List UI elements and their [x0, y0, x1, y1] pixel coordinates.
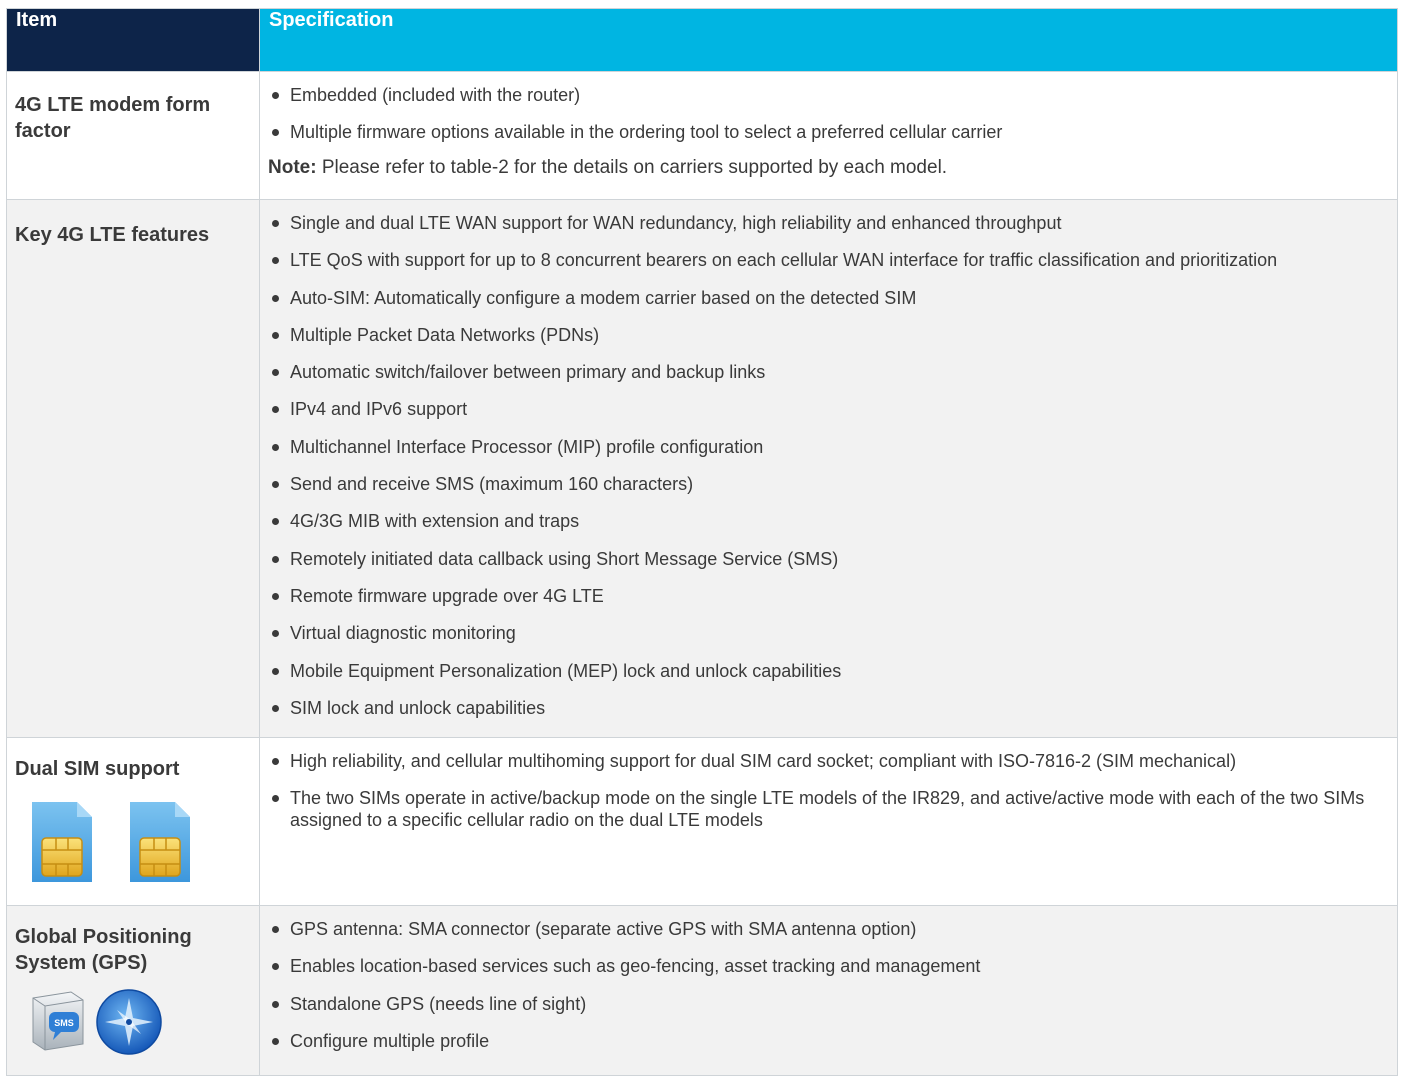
bullet-item: Configure multiple profile — [268, 1030, 1389, 1052]
note: Note: Please refer to table-2 for the de… — [268, 157, 1389, 189]
bullet-item: Standalone GPS (needs line of sight) — [268, 993, 1389, 1015]
bullet-item: Multiple Packet Data Networks (PDNs) — [268, 324, 1389, 346]
header-specification: Specification — [259, 8, 1398, 72]
bullet-dot-icon — [272, 294, 279, 302]
bullet-dot-icon — [272, 704, 279, 712]
bullet-item: Virtual diagnostic monitoring — [268, 622, 1389, 644]
compass-icon — [96, 989, 162, 1055]
bullet-dot-icon — [272, 369, 279, 377]
bullet-dot-icon — [272, 1000, 279, 1008]
bullet-item: IPv4 and IPv6 support — [268, 398, 1389, 420]
bullet-item: 4G/3G MIB with extension and traps — [268, 510, 1389, 532]
bullet-dot-icon — [272, 129, 279, 137]
table-row: Dual SIM support High reliability, and c… — [6, 737, 1398, 906]
bullet-item: Remotely initiated data callback using S… — [268, 548, 1389, 570]
bullet-list: Embedded (included with the router) Mult… — [268, 84, 1389, 143]
bullet-item: LTE QoS with support for up to 8 concurr… — [268, 249, 1389, 271]
spec-cell: High reliability, and cellular multihomi… — [259, 737, 1398, 906]
bullet-item: GPS antenna: SMA connector (separate act… — [268, 918, 1389, 940]
bullet-dot-icon — [272, 667, 279, 675]
note-text: Please refer to table-2 for the details … — [316, 156, 948, 178]
spec-cell: GPS antenna: SMA connector (separate act… — [259, 905, 1398, 1076]
bullet-dot-icon — [272, 92, 279, 99]
spec-table: Item Specification 4G LTE modem form fac… — [6, 8, 1398, 1076]
sms-icon: SMS — [32, 991, 84, 1051]
bullet-item: Remote firmware upgrade over 4G LTE — [268, 585, 1389, 607]
bullet-item: Auto-SIM: Automatically configure a mode… — [268, 287, 1389, 309]
bullet-item: SIM lock and unlock capabilities — [268, 697, 1389, 719]
bullet-dot-icon — [272, 963, 279, 971]
bullet-dot-icon — [272, 331, 279, 339]
bullet-item: Enables location-based services such as … — [268, 955, 1389, 977]
bullet-item: The two SIMs operate in active/backup mo… — [268, 787, 1389, 831]
bullet-dot-icon — [272, 795, 279, 803]
bullet-item: Single and dual LTE WAN support for WAN … — [268, 212, 1389, 234]
bullet-dot-icon — [272, 926, 279, 933]
bullet-dot-icon — [272, 758, 279, 765]
bullet-item: Mobile Equipment Personalization (MEP) l… — [268, 660, 1389, 682]
item-label: Dual SIM support — [15, 758, 180, 780]
bullet-dot-icon — [272, 481, 279, 489]
sim-card-icon — [130, 802, 190, 882]
item-cell: Dual SIM support — [6, 737, 260, 906]
table-row: Key 4G LTE features Single and dual LTE … — [6, 199, 1398, 738]
bullet-list: Single and dual LTE WAN support for WAN … — [268, 212, 1389, 719]
header-row: Item Specification — [6, 8, 1398, 72]
bullet-list: GPS antenna: SMA connector (separate act… — [268, 918, 1389, 1052]
bullet-list: High reliability, and cellular multihomi… — [268, 750, 1389, 831]
spec-cell: Single and dual LTE WAN support for WAN … — [259, 199, 1398, 738]
bullet-dot-icon — [272, 1037, 279, 1045]
spec-cell: Embedded (included with the router) Mult… — [259, 71, 1398, 200]
bullet-item: Embedded (included with the router) — [268, 84, 1389, 106]
gps-icons: SMS — [27, 988, 251, 1056]
bullet-item: High reliability, and cellular multihomi… — [268, 750, 1389, 772]
bullet-item: Multiple firmware options available in t… — [268, 121, 1389, 143]
item-label: Key 4G LTE features — [6, 199, 260, 738]
sms-badge: SMS — [54, 1018, 74, 1028]
bullet-item: Automatic switch/failover between primar… — [268, 361, 1389, 383]
item-label: Global Positioning System (GPS) — [15, 926, 192, 974]
bullet-dot-icon — [272, 630, 279, 638]
table-row: Global Positioning System (GPS) SMS GPS … — [6, 905, 1398, 1076]
sim-card-icon — [32, 802, 92, 882]
bullet-dot-icon — [272, 592, 279, 600]
bullet-dot-icon — [272, 443, 279, 451]
item-label: 4G LTE modem form factor — [6, 71, 260, 200]
sim-icons — [29, 798, 251, 886]
bullet-item: Multichannel Interface Processor (MIP) p… — [268, 436, 1389, 458]
bullet-item: Send and receive SMS (maximum 160 charac… — [268, 473, 1389, 495]
bullet-dot-icon — [272, 555, 279, 563]
bullet-dot-icon — [272, 220, 279, 227]
bullet-dot-icon — [272, 406, 279, 414]
bullet-dot-icon — [272, 518, 279, 526]
item-cell: Global Positioning System (GPS) SMS — [6, 905, 260, 1076]
bullet-dot-icon — [272, 257, 279, 265]
header-item: Item — [6, 8, 260, 72]
note-label: Note: — [268, 156, 317, 178]
table-row: 4G LTE modem form factor Embedded (inclu… — [6, 71, 1398, 200]
